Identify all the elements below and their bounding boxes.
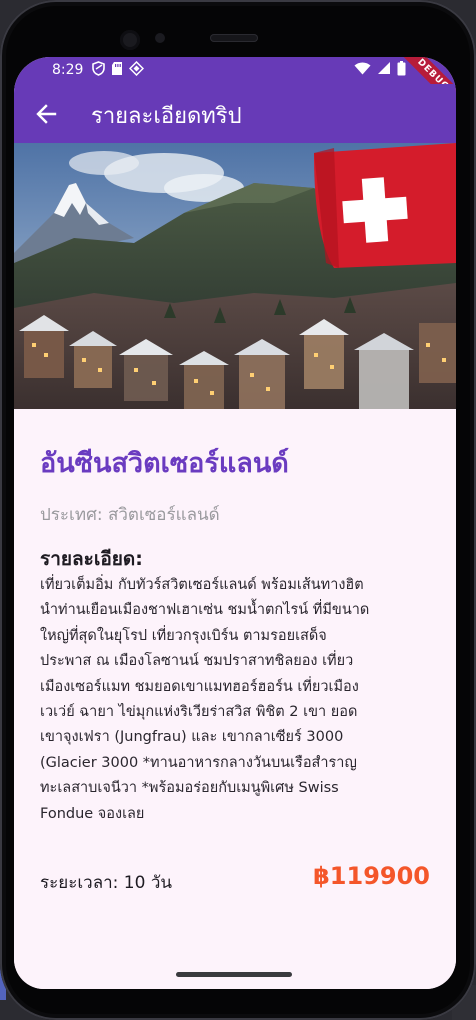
- status-time: 8:29: [52, 62, 84, 78]
- status-system-icons: [354, 61, 406, 80]
- back-button[interactable]: [24, 92, 68, 136]
- arrow-left-icon: [36, 104, 57, 124]
- zermatt-landscape-image: [14, 143, 456, 409]
- wifi-icon: [354, 61, 371, 80]
- battery-icon: [397, 61, 406, 80]
- home-indicator[interactable]: [176, 972, 292, 977]
- trip-name: อันซีนสวิตเซอร์แลนด์: [40, 448, 289, 479]
- trip-duration: ระยะเวลา: 10 วัน: [40, 873, 173, 893]
- shield-icon: [92, 61, 105, 80]
- earpiece-speaker: [210, 34, 258, 42]
- sensor-dot: [155, 33, 165, 43]
- trip-description: เที่ยวเต็มอิ่ม กับทัวร์สวิตเซอร์แลนด์ พร…: [40, 577, 370, 822]
- screen: 8:29 DEBUG รายละเอียดทริป อันซีนสวิตเซอร…: [14, 57, 456, 989]
- phone-frame: 8:29 DEBUG รายละเอียดทริป อันซีนสวิตเซอร…: [0, 0, 476, 1020]
- page-title: รายละเอียดทริป: [91, 104, 242, 129]
- signal-icon: [377, 61, 391, 80]
- front-camera: [120, 30, 140, 50]
- trip-details-card: อันซีนสวิตเซอร์แลนด์ ประเทศ: สวิตเซอร์แล…: [14, 409, 456, 989]
- details-heading: รายละเอียด:: [40, 548, 143, 570]
- status-bar: 8:29 DEBUG: [14, 57, 456, 113]
- diamond-icon: [128, 60, 145, 80]
- app-bar: รายละเอียดทริป: [14, 84, 456, 143]
- status-notification-icons: [92, 60, 145, 80]
- sd-card-icon: [111, 61, 123, 80]
- destination-photo: [14, 143, 456, 409]
- trip-country: ประเทศ: สวิตเซอร์แลนด์: [40, 505, 220, 525]
- trip-price: ฿119900: [313, 862, 430, 890]
